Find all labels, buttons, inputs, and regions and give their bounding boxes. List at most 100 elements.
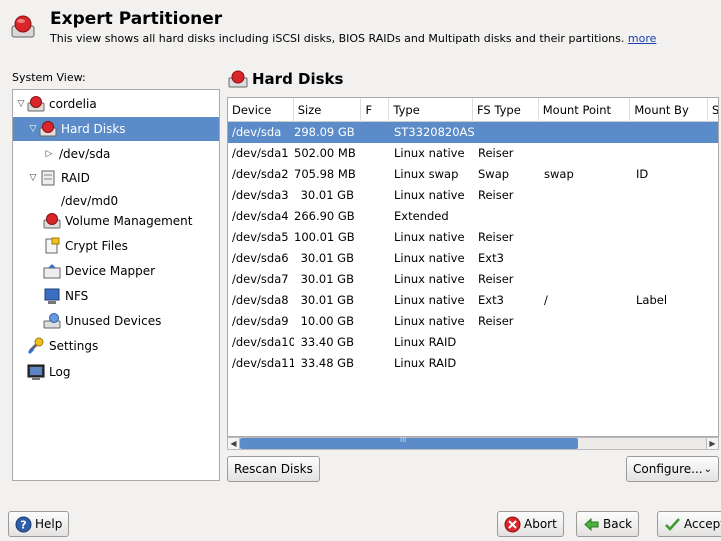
column-header[interactable]: Mount Point: [539, 98, 631, 122]
table-cell-size: 100.01 GB: [294, 230, 355, 244]
table-row[interactable]: /dev/sda 298.09 GB ST3320820AS: [228, 122, 718, 143]
table-cell-type: Linux native: [394, 272, 465, 286]
table-cell-f: [362, 122, 390, 143]
tree-item-dev-sda[interactable]: ▷ /dev/sda: [13, 142, 219, 166]
tree-item-unused-devices[interactable]: Unused Devices: [13, 309, 219, 333]
table-row[interactable]: /dev/sda6 30.01 GB Linux native Ext3: [228, 248, 718, 269]
table-row[interactable]: /dev/sda5 100.01 GB Linux native Reiser: [228, 227, 718, 248]
table-cell-mount-point: [540, 143, 632, 164]
tree-item-device-mapper[interactable]: Device Mapper: [13, 259, 219, 283]
table-cell-size: 30.01 GB: [300, 293, 354, 307]
scroll-left-icon[interactable]: ◀: [228, 438, 240, 449]
table-cell-type: Linux native: [394, 251, 465, 265]
tree-item-raid[interactable]: ▽ RAID: [13, 166, 219, 190]
expand-arrow-icon[interactable]: ▽: [27, 173, 39, 183]
table-cell-mount-by: [632, 353, 710, 374]
tree-item-volume-management[interactable]: Volume Management: [13, 209, 219, 233]
table-cell-mount-point: [540, 311, 632, 332]
table-cell-fs-type: [474, 353, 540, 374]
rescan-disks-button[interactable]: Rescan Disks: [227, 456, 320, 482]
table-cell-device: /dev/sda8: [232, 293, 289, 307]
table-cell-mount-by: [632, 269, 710, 290]
column-header[interactable]: Device: [228, 98, 294, 122]
computer-disk-icon: [27, 96, 45, 112]
table-cell-device: /dev/sda6: [232, 251, 289, 265]
table-cell-mount-point: [540, 269, 632, 290]
page-description: This view shows all hard disks including…: [50, 32, 656, 45]
table-cell-type: ST3320820AS: [394, 125, 474, 139]
abort-button[interactable]: Abort: [497, 511, 564, 537]
table-cell-size: 705.98 MB: [294, 167, 356, 181]
column-header[interactable]: Type: [389, 98, 474, 122]
back-button[interactable]: Back: [576, 511, 640, 537]
settings-icon: [27, 337, 44, 355]
table-cell-mount-point: [540, 353, 632, 374]
tree-item-hard-disks[interactable]: ▽ Hard Disks: [13, 117, 219, 141]
table-row[interactable]: /dev/sda10 33.40 GB Linux RAID: [228, 332, 718, 353]
table-row[interactable]: /dev/sda9 10.00 GB Linux native Reiser: [228, 311, 718, 332]
table-row[interactable]: /dev/sda8 30.01 GB Linux native Ext3 / Label: [228, 290, 718, 311]
configure-dropdown-button[interactable]: Configure... ⌄: [626, 456, 719, 482]
horizontal-scrollbar[interactable]: ◀ III ▶: [227, 436, 719, 450]
table-cell-device: /dev/sda5: [232, 230, 289, 244]
log-icon: [27, 364, 45, 380]
svg-text:?: ?: [20, 518, 26, 531]
table-cell-type: Linux swap: [394, 167, 459, 181]
table-cell-mount-by: [632, 206, 710, 227]
table-cell-fs-type: Swap: [478, 167, 510, 181]
table-cell-device: /dev/sda4: [232, 209, 289, 223]
table-cell-size: 30.01 GB: [300, 188, 354, 202]
tree-item-cordelia[interactable]: ▽ cordelia: [13, 92, 219, 116]
accept-button[interactable]: Accept: [657, 511, 721, 537]
table-cell-mount-by: [632, 227, 710, 248]
table-cell-mount-point: swap: [544, 167, 574, 181]
table-cell-mount-by: ID: [636, 167, 649, 181]
table-cell-type: Linux native: [394, 230, 465, 244]
table-cell-size: 502.00 MB: [294, 146, 356, 160]
hard-disk-icon: [39, 121, 57, 137]
table-cell-device: /dev/sda10: [232, 335, 294, 349]
table-cell-f: [362, 206, 390, 227]
table-cell-f: [362, 290, 390, 311]
table-cell-mount-by: [632, 248, 710, 269]
section-title: Hard Disks: [252, 70, 344, 88]
table-cell-fs-type: [474, 206, 540, 227]
table-row[interactable]: /dev/sda2 705.98 MB Linux swap Swap swap ID: [228, 164, 718, 185]
scrollbar-thumb[interactable]: III: [240, 436, 578, 449]
tree-item-crypt-files[interactable]: Crypt Files: [13, 234, 219, 258]
table-cell-fs-type: Reiser: [478, 188, 514, 202]
more-link[interactable]: more: [628, 32, 657, 45]
column-header[interactable]: FS Type: [473, 98, 539, 122]
page-title: Expert Partitioner: [50, 9, 223, 29]
column-header[interactable]: S: [708, 98, 718, 122]
table-cell-device: /dev/sda9: [232, 314, 289, 328]
table-cell-device: /dev/sda3: [232, 188, 289, 202]
table-row[interactable]: /dev/sda11 33.48 GB Linux RAID: [228, 353, 718, 374]
help-button[interactable]: ? Help: [8, 511, 70, 537]
table-cell-fs-type: Reiser: [478, 272, 514, 286]
column-header[interactable]: F: [361, 98, 390, 122]
tree-item-settings[interactable]: Settings: [13, 334, 219, 358]
scroll-right-icon[interactable]: ▶: [706, 438, 718, 449]
expand-arrow-icon[interactable]: ▽: [15, 99, 27, 109]
table-cell-f: [362, 185, 390, 206]
column-header[interactable]: Size: [294, 98, 362, 122]
collapse-arrow-icon[interactable]: ▷: [43, 149, 55, 159]
table-cell-type: Linux native: [394, 188, 465, 202]
table-row[interactable]: /dev/sda3 30.01 GB Linux native Reiser: [228, 185, 718, 206]
table-cell-mount-by: [632, 332, 710, 353]
tree-item-log[interactable]: Log: [13, 360, 219, 384]
table-row[interactable]: /dev/sda7 30.01 GB Linux native Reiser: [228, 269, 718, 290]
system-view-tree[interactable]: ▽ cordelia ▽ Hard Disks ▷ /dev/sda ▽ RAI…: [12, 89, 220, 481]
table-cell-fs-type: Reiser: [478, 146, 514, 160]
partition-table[interactable]: Device Size F Type FS Type Mount Point M…: [227, 97, 719, 437]
back-arrow-icon: [584, 517, 599, 531]
tree-item-nfs[interactable]: NFS: [13, 284, 219, 308]
table-row[interactable]: /dev/sda4 266.90 GB Extended: [228, 206, 718, 227]
table-row[interactable]: /dev/sda1 502.00 MB Linux native Reiser: [228, 143, 718, 164]
column-header[interactable]: Mount By: [630, 98, 709, 122]
chevron-down-icon: ⌄: [703, 463, 712, 475]
expand-arrow-icon[interactable]: ▽: [27, 124, 39, 134]
table-cell-size: 30.01 GB: [300, 272, 354, 286]
table-cell-mount-by: [632, 122, 710, 143]
